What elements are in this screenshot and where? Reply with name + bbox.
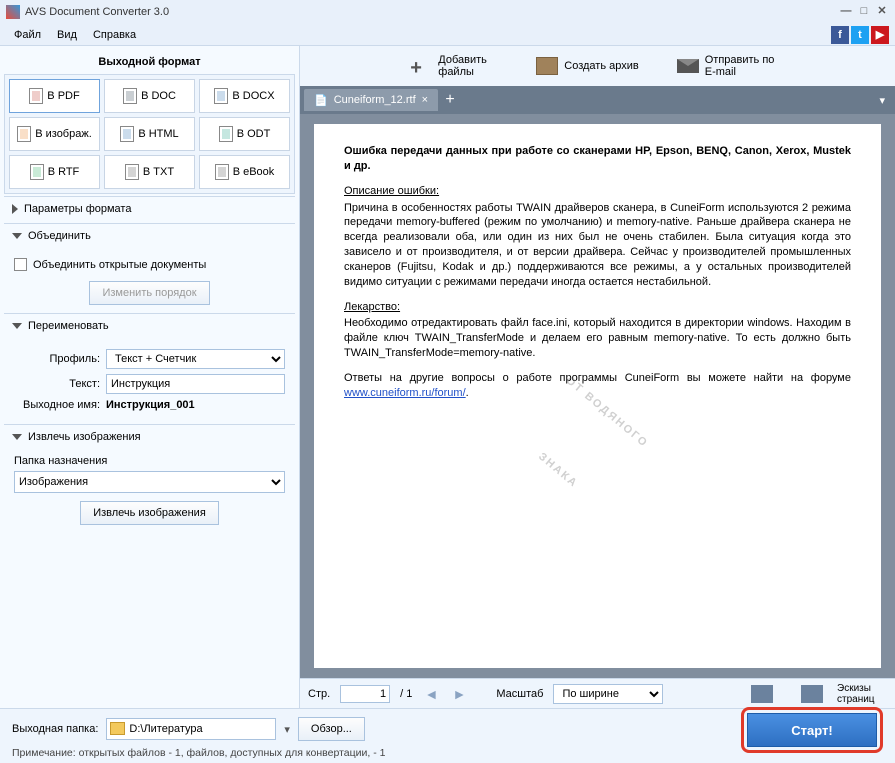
thumbnails-icon[interactable] bbox=[801, 685, 823, 703]
doc-p2: Необходимо отредактировать файл face.ini… bbox=[344, 316, 851, 361]
menu-view[interactable]: Вид bbox=[49, 27, 85, 43]
thumbnails-label: Эскизы страниц bbox=[837, 683, 887, 705]
profile-label: Профиль: bbox=[14, 353, 100, 365]
doc-sub2: Лекарство: bbox=[344, 300, 851, 315]
doc-sub1: Описание ошибки: bbox=[344, 184, 851, 199]
page-total: / 1 bbox=[400, 688, 412, 700]
zoom-select[interactable]: По ширине bbox=[553, 684, 663, 704]
bottom-bar: Выходная папка: ▾ Обзор... Старт! Примеч… bbox=[0, 708, 895, 763]
left-panel: Выходной формат В PDF В DOC В DOCX В изо… bbox=[0, 46, 300, 708]
output-folder-input[interactable] bbox=[106, 718, 276, 740]
mail-icon bbox=[677, 59, 699, 73]
start-button[interactable]: Старт! bbox=[747, 713, 877, 747]
format-image[interactable]: В изображ. bbox=[9, 117, 100, 151]
menu-file[interactable]: Файл bbox=[6, 27, 49, 43]
tabbar: 📄 Cuneiform_12.rtf × + ▾ bbox=[300, 86, 895, 114]
doc-icon bbox=[123, 88, 137, 104]
document-tab[interactable]: 📄 Cuneiform_12.rtf × bbox=[304, 89, 438, 111]
tab-dropdown[interactable]: ▾ bbox=[873, 94, 891, 107]
youtube-icon[interactable]: ▶ bbox=[871, 26, 889, 44]
change-order-button[interactable]: Изменить порядок bbox=[89, 281, 209, 305]
text-input[interactable] bbox=[106, 374, 285, 394]
facebook-icon[interactable]: f bbox=[831, 26, 849, 44]
chevron-right-icon bbox=[12, 204, 18, 214]
plus-icon bbox=[410, 57, 432, 75]
doc-link[interactable]: www.cuneiform.ru/forum/ bbox=[344, 387, 466, 399]
output-format-title: Выходной формат bbox=[4, 50, 295, 74]
format-grid: В PDF В DOC В DOCX В изображ. В HTML В O… bbox=[4, 74, 295, 194]
section-extract[interactable]: Извлечь изображения bbox=[4, 425, 295, 449]
format-html[interactable]: В HTML bbox=[104, 117, 195, 151]
create-archive-button[interactable]: Создать архив bbox=[526, 53, 648, 79]
format-pdf[interactable]: В PDF bbox=[9, 79, 100, 113]
outname-label: Выходное имя: bbox=[14, 399, 100, 411]
format-doc[interactable]: В DOC bbox=[104, 79, 195, 113]
right-panel: Добавить файлы Создать архив Отправить п… bbox=[300, 46, 895, 708]
chevron-down-icon bbox=[12, 233, 22, 239]
profile-select[interactable]: Текст + Счетчик bbox=[106, 349, 285, 369]
format-docx[interactable]: В DOCX bbox=[199, 79, 290, 113]
maximize-button[interactable]: □ bbox=[857, 5, 871, 19]
add-files-button[interactable]: Добавить файлы bbox=[400, 50, 508, 82]
zoom-label: Масштаб bbox=[496, 688, 543, 700]
menubar: Файл Вид Справка f t ▶ bbox=[0, 24, 895, 46]
send-email-button[interactable]: Отправить по E-mail bbox=[667, 50, 795, 82]
minimize-button[interactable]: — bbox=[839, 5, 853, 19]
status-strip: Стр. / 1 ◄ ► Масштаб По ширине Эскизы ст… bbox=[300, 678, 895, 708]
doc-p3: Ответы на другие вопросы о работе програ… bbox=[344, 372, 851, 384]
doc-heading: Ошибка передачи данных при работе со ска… bbox=[344, 144, 851, 174]
doc-p1: Причина в особенностях работы TWAIN драй… bbox=[344, 201, 851, 290]
menu-help[interactable]: Справка bbox=[85, 27, 144, 43]
document-viewport[interactable]: Ошибка передачи данных при работе со ска… bbox=[300, 114, 895, 678]
section-format-params[interactable]: Параметры формата bbox=[4, 197, 295, 221]
html-icon bbox=[120, 126, 134, 142]
chevron-down-icon bbox=[12, 323, 22, 329]
page-label: Стр. bbox=[308, 688, 330, 700]
merge-checkbox-row[interactable]: Объединить открытые документы bbox=[14, 254, 285, 275]
docx-icon bbox=[214, 88, 228, 104]
tab-close-button[interactable]: × bbox=[422, 94, 428, 106]
file-icon: 📄 bbox=[314, 94, 328, 107]
archive-icon bbox=[536, 57, 558, 75]
rtf-icon bbox=[30, 164, 44, 180]
format-ebook[interactable]: В eBook bbox=[199, 155, 290, 189]
txt-icon bbox=[125, 164, 139, 180]
tab-label: Cuneiform_12.rtf bbox=[334, 94, 416, 106]
prev-page-button[interactable]: ◄ bbox=[422, 685, 440, 703]
text-label: Текст: bbox=[14, 378, 100, 390]
top-actions: Добавить файлы Создать архив Отправить п… bbox=[300, 46, 895, 86]
document-page: Ошибка передачи данных при работе со ска… bbox=[314, 124, 881, 668]
ebook-icon bbox=[215, 164, 229, 180]
chevron-down-icon bbox=[12, 434, 22, 440]
format-odt[interactable]: В ODT bbox=[199, 117, 290, 151]
window-title: AVS Document Converter 3.0 bbox=[25, 6, 839, 18]
section-merge[interactable]: Объединить bbox=[4, 224, 295, 248]
extract-images-button[interactable]: Извлечь изображения bbox=[80, 501, 219, 525]
close-button[interactable]: ✕ bbox=[875, 5, 889, 19]
next-page-button[interactable]: ► bbox=[450, 685, 468, 703]
note-text: Примечание: открытых файлов - 1, файлов,… bbox=[12, 747, 883, 759]
pdf-icon bbox=[29, 88, 43, 104]
destination-label: Папка назначения bbox=[14, 455, 285, 467]
section-rename[interactable]: Переименовать bbox=[4, 314, 295, 338]
page-input[interactable] bbox=[340, 685, 390, 703]
outname-value: Инструкция_001 bbox=[106, 399, 195, 411]
browse-button[interactable]: Обзор... bbox=[298, 717, 365, 741]
print-icon[interactable] bbox=[751, 685, 773, 703]
checkbox-icon[interactable] bbox=[14, 258, 27, 271]
destination-select[interactable]: Изображения bbox=[14, 471, 285, 493]
odt-icon bbox=[219, 126, 233, 142]
app-icon bbox=[6, 5, 20, 19]
output-folder-label: Выходная папка: bbox=[12, 723, 98, 735]
format-rtf[interactable]: В RTF bbox=[9, 155, 100, 189]
twitter-icon[interactable]: t bbox=[851, 26, 869, 44]
add-tab-button[interactable]: + bbox=[438, 91, 462, 109]
format-txt[interactable]: В TXT bbox=[104, 155, 195, 189]
titlebar: AVS Document Converter 3.0 — □ ✕ bbox=[0, 0, 895, 24]
image-icon bbox=[17, 126, 31, 142]
